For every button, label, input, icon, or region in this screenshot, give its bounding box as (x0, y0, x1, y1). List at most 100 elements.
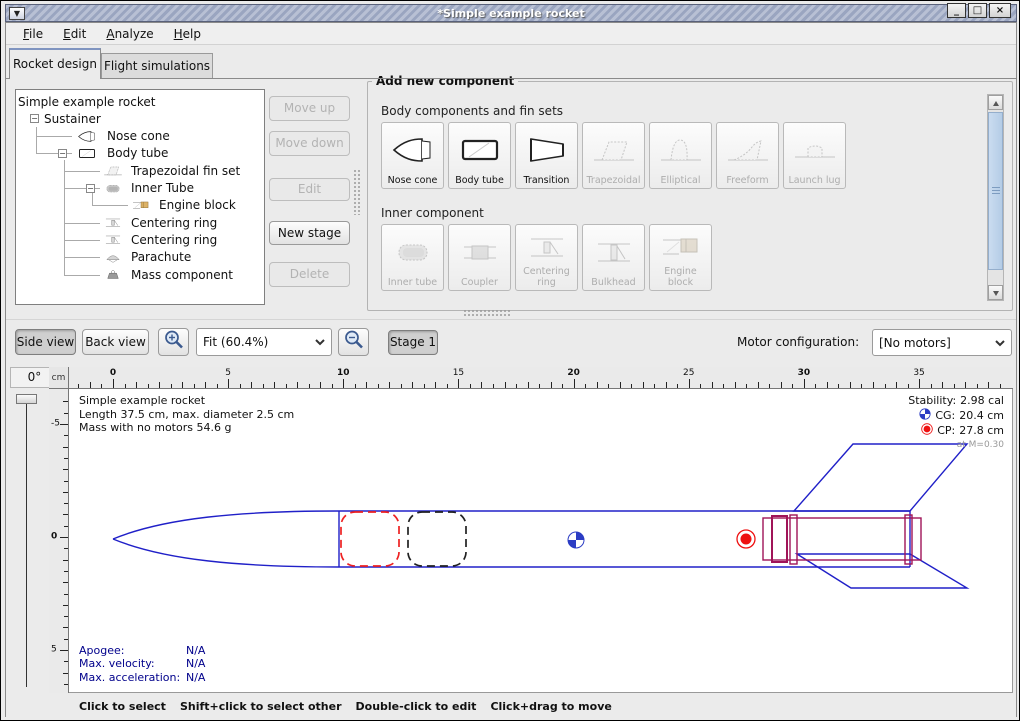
centering-ring-1-outline[interactable] (790, 515, 797, 564)
ruler-tick (908, 384, 909, 388)
tree-item-engine-block[interactable]: Engine block (16, 197, 236, 214)
move-down-button[interactable]: Move down (269, 131, 350, 156)
ruler-tick (63, 627, 68, 628)
parachute-outline[interactable] (341, 512, 399, 566)
tree-item-mass-component[interactable]: Mass component (16, 266, 233, 283)
minimize-button[interactable]: _ (947, 3, 966, 18)
add-nose-cone-button[interactable]: Nose cone (381, 122, 444, 189)
zoom-level-select[interactable]: Fit (60.4%) (196, 328, 332, 356)
add-inner-tube-button[interactable]: Inner tube (381, 224, 444, 291)
add-engine-block-button[interactable]: Engine block (649, 224, 712, 291)
ruler-tick (988, 382, 989, 388)
ruler-tick (309, 384, 310, 388)
ruler-tick (631, 384, 632, 388)
tree-item-parachute[interactable]: Parachute (16, 249, 191, 266)
inner-tube-icon (391, 235, 435, 269)
ruler-tick (320, 382, 321, 388)
add-coupler-button[interactable]: Coupler (448, 224, 511, 291)
nose-cone-top[interactable] (113, 511, 339, 539)
maximize-button[interactable]: □ (968, 3, 987, 18)
scroll-up-button[interactable] (988, 95, 1003, 110)
scroll-down-button[interactable] (988, 285, 1003, 300)
horizontal-split-handle[interactable] (463, 309, 511, 318)
tree-item-centering-ring[interactable]: Centering ring (16, 214, 217, 231)
stage-1-toggle[interactable]: Stage 1 (388, 330, 438, 355)
add-elliptical-button[interactable]: Elliptical (649, 122, 712, 189)
tree-item-trapezoidal-fin-set[interactable]: Trapezoidal fin set (16, 162, 240, 179)
ruler-tick (447, 384, 448, 388)
ruler-tick (516, 384, 517, 388)
title-bar[interactable]: ▼ *Simple example rocket (5, 4, 1017, 22)
menu-file[interactable]: File (14, 25, 52, 43)
menu-analyze[interactable]: Analyze (97, 25, 162, 43)
nose-cone-bottom[interactable] (113, 539, 339, 567)
engine-block-outline[interactable] (772, 516, 787, 562)
motor-configuration-select[interactable]: [No motors] (872, 329, 1012, 356)
mass-component-outline[interactable] (408, 512, 466, 566)
ruler-tick (64, 413, 68, 414)
add-centering-ring-button[interactable]: Centering ring (515, 224, 578, 291)
tree-item-body-tube[interactable]: Body tube (16, 145, 168, 162)
add-launch-lug-button[interactable]: Launch lug (783, 122, 846, 189)
ruler-tick (769, 384, 770, 388)
tree-item-nose-cone[interactable]: Nose cone (16, 128, 170, 145)
tab-flight-simulations[interactable]: Flight simulations (101, 53, 213, 79)
add-bulkhead-button[interactable]: Bulkhead (582, 224, 645, 291)
ruler-tick (608, 384, 609, 388)
ruler-tick (343, 379, 344, 388)
flight-data-label: Apogee: (79, 644, 186, 658)
zoom-out-button[interactable] (338, 328, 369, 356)
inner-tube-assembly[interactable] (763, 515, 921, 564)
add-freeform-button[interactable]: Freeform (716, 122, 779, 189)
add-body-tube-button[interactable]: Body tube (448, 122, 511, 189)
rocket-info-line: Simple example rocket (79, 394, 294, 408)
close-button[interactable]: × (989, 3, 1011, 18)
ruler-tick (873, 382, 874, 388)
side-view-toggle[interactable]: Side view (15, 329, 76, 355)
magnifier-minus-icon (343, 340, 365, 354)
move-up-button[interactable]: Move up (269, 96, 350, 121)
back-view-toggle[interactable]: Back view (82, 329, 149, 355)
tree-item-simple-example-rocket[interactable]: Simple example rocket (16, 93, 155, 110)
new-stage-button[interactable]: New stage (269, 221, 350, 245)
tree-item-sustainer[interactable]: Sustainer (16, 110, 101, 127)
ruler-tick (64, 616, 68, 617)
vertical-split-handle[interactable] (353, 169, 360, 215)
rocket-info-line: Mass with no motors 54.6 g (79, 421, 294, 435)
edit-button[interactable]: Edit (269, 178, 350, 201)
ruler-tick (493, 384, 494, 388)
fin-lower[interactable] (797, 554, 967, 588)
delete-button[interactable]: Delete (269, 262, 350, 287)
component-button-label: Nose cone (388, 176, 438, 187)
menu-help[interactable]: Help (165, 25, 210, 43)
centering-ring-2-outline[interactable] (905, 515, 912, 564)
add-transition-button[interactable]: Transition (515, 122, 578, 189)
ruler-tick (63, 469, 68, 470)
ruler-tick (424, 384, 425, 388)
window-menu-icon[interactable]: ▼ (9, 7, 25, 20)
component-scrollbar[interactable] (987, 94, 1004, 301)
ruler-tick (815, 384, 816, 388)
bulkhead-icon (592, 227, 636, 278)
zoom-in-button[interactable] (158, 328, 189, 356)
ruler-tick (505, 382, 506, 388)
component-button-label: Trapezoidal (587, 176, 641, 187)
fin-upper[interactable] (794, 444, 967, 511)
add-trapezoidal-button[interactable]: Trapezoidal (582, 122, 645, 189)
rocket-canvas[interactable]: Simple example rocketLength 37.5 cm, max… (69, 389, 1013, 693)
component-tree[interactable]: Simple example rocket−SustainerNose cone… (15, 89, 265, 305)
ruler-tick (63, 447, 68, 448)
rotation-slider-handle[interactable] (16, 394, 37, 404)
rotation-slider-track[interactable] (26, 399, 27, 687)
ruler-label: 0 (110, 368, 116, 378)
ruler-unit-label: cm (49, 367, 69, 389)
rocket-info-line: Length 37.5 cm, max. diameter 2.5 cm (79, 408, 294, 422)
scrollbar-thumb[interactable] (988, 112, 1003, 270)
tab-rocket-design[interactable]: Rocket design (9, 48, 101, 79)
tree-item-inner-tube[interactable]: Inner Tube (16, 180, 194, 197)
ruler-tick (735, 382, 736, 388)
menu-edit[interactable]: Edit (54, 25, 95, 43)
tree-item-centering-ring[interactable]: Centering ring (16, 231, 217, 248)
engine-block-icon (659, 230, 703, 264)
coupler-icon (458, 235, 502, 269)
